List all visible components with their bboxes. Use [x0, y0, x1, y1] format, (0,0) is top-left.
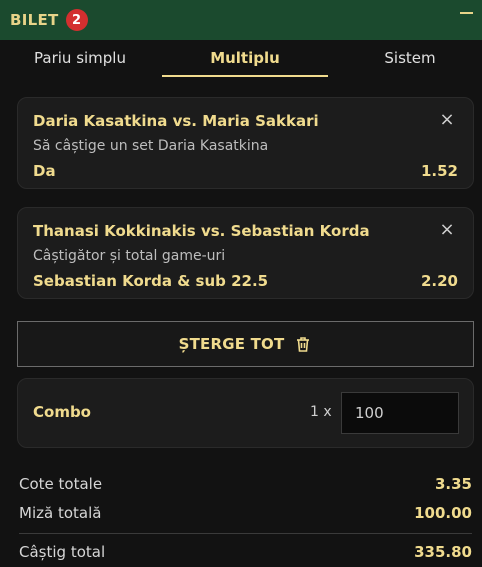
bet-count-badge: 2 [65, 9, 88, 31]
bet-card: Thanasi Kokkinakis vs. Sebastian Korda ×… [17, 207, 474, 299]
combo-multiplier: 1 x [310, 404, 332, 420]
total-stake-label: Miză totală [19, 504, 102, 522]
summary-divider [19, 533, 472, 534]
total-odds-row: Cote totale 3.35 [19, 473, 472, 495]
bet-odds: 2.20 [420, 272, 458, 290]
combo-stake-card: Combo 1 x [17, 378, 474, 448]
minus-icon[interactable] [460, 11, 474, 25]
total-stake-row: Miză totală 100.00 [19, 502, 472, 524]
tab-pariu-simplu[interactable]: Pariu simplu [0, 40, 160, 76]
betslip-header[interactable]: BILET 2 [0, 0, 482, 40]
bet-selection: Sebastian Korda & sub 22.5 [33, 272, 269, 290]
bet-card: Daria Kasatkina vs. Maria Sakkari × Să c… [17, 97, 474, 189]
clear-all-label: ȘTERGE TOT [178, 335, 285, 353]
betslip-title: BILET [10, 11, 59, 29]
total-odds-value: 3.35 [434, 475, 472, 493]
active-tab-indicator [162, 75, 328, 77]
bet-type-tabs: Pariu simplu Multiplu Sistem [0, 40, 482, 78]
bet-selection: Da [33, 162, 56, 180]
total-win-label: Câștig total [19, 543, 106, 561]
tab-sistem[interactable]: Sistem [330, 40, 482, 76]
total-win-value: 335.80 [414, 543, 472, 561]
clear-all-button[interactable]: ȘTERGE TOT [17, 321, 474, 367]
close-icon[interactable]: × [439, 111, 455, 129]
bet-match-title: Daria Kasatkina vs. Maria Sakkari [33, 112, 319, 130]
combo-label: Combo [33, 403, 91, 421]
bet-market: Câștigător și total game-uri [33, 248, 226, 264]
bet-match-title: Thanasi Kokkinakis vs. Sebastian Korda [33, 222, 370, 240]
stake-input[interactable] [341, 392, 459, 434]
bet-odds: 1.52 [420, 162, 458, 180]
total-odds-label: Cote totale [19, 475, 103, 493]
trash-icon [294, 335, 312, 353]
total-stake-value: 100.00 [414, 504, 472, 522]
tab-multiplu[interactable]: Multiplu [162, 40, 328, 76]
close-icon[interactable]: × [439, 221, 455, 239]
bet-market: Să câștige un set Daria Kasatkina [33, 138, 269, 154]
total-win-row: Câștig total 335.80 [19, 541, 472, 563]
